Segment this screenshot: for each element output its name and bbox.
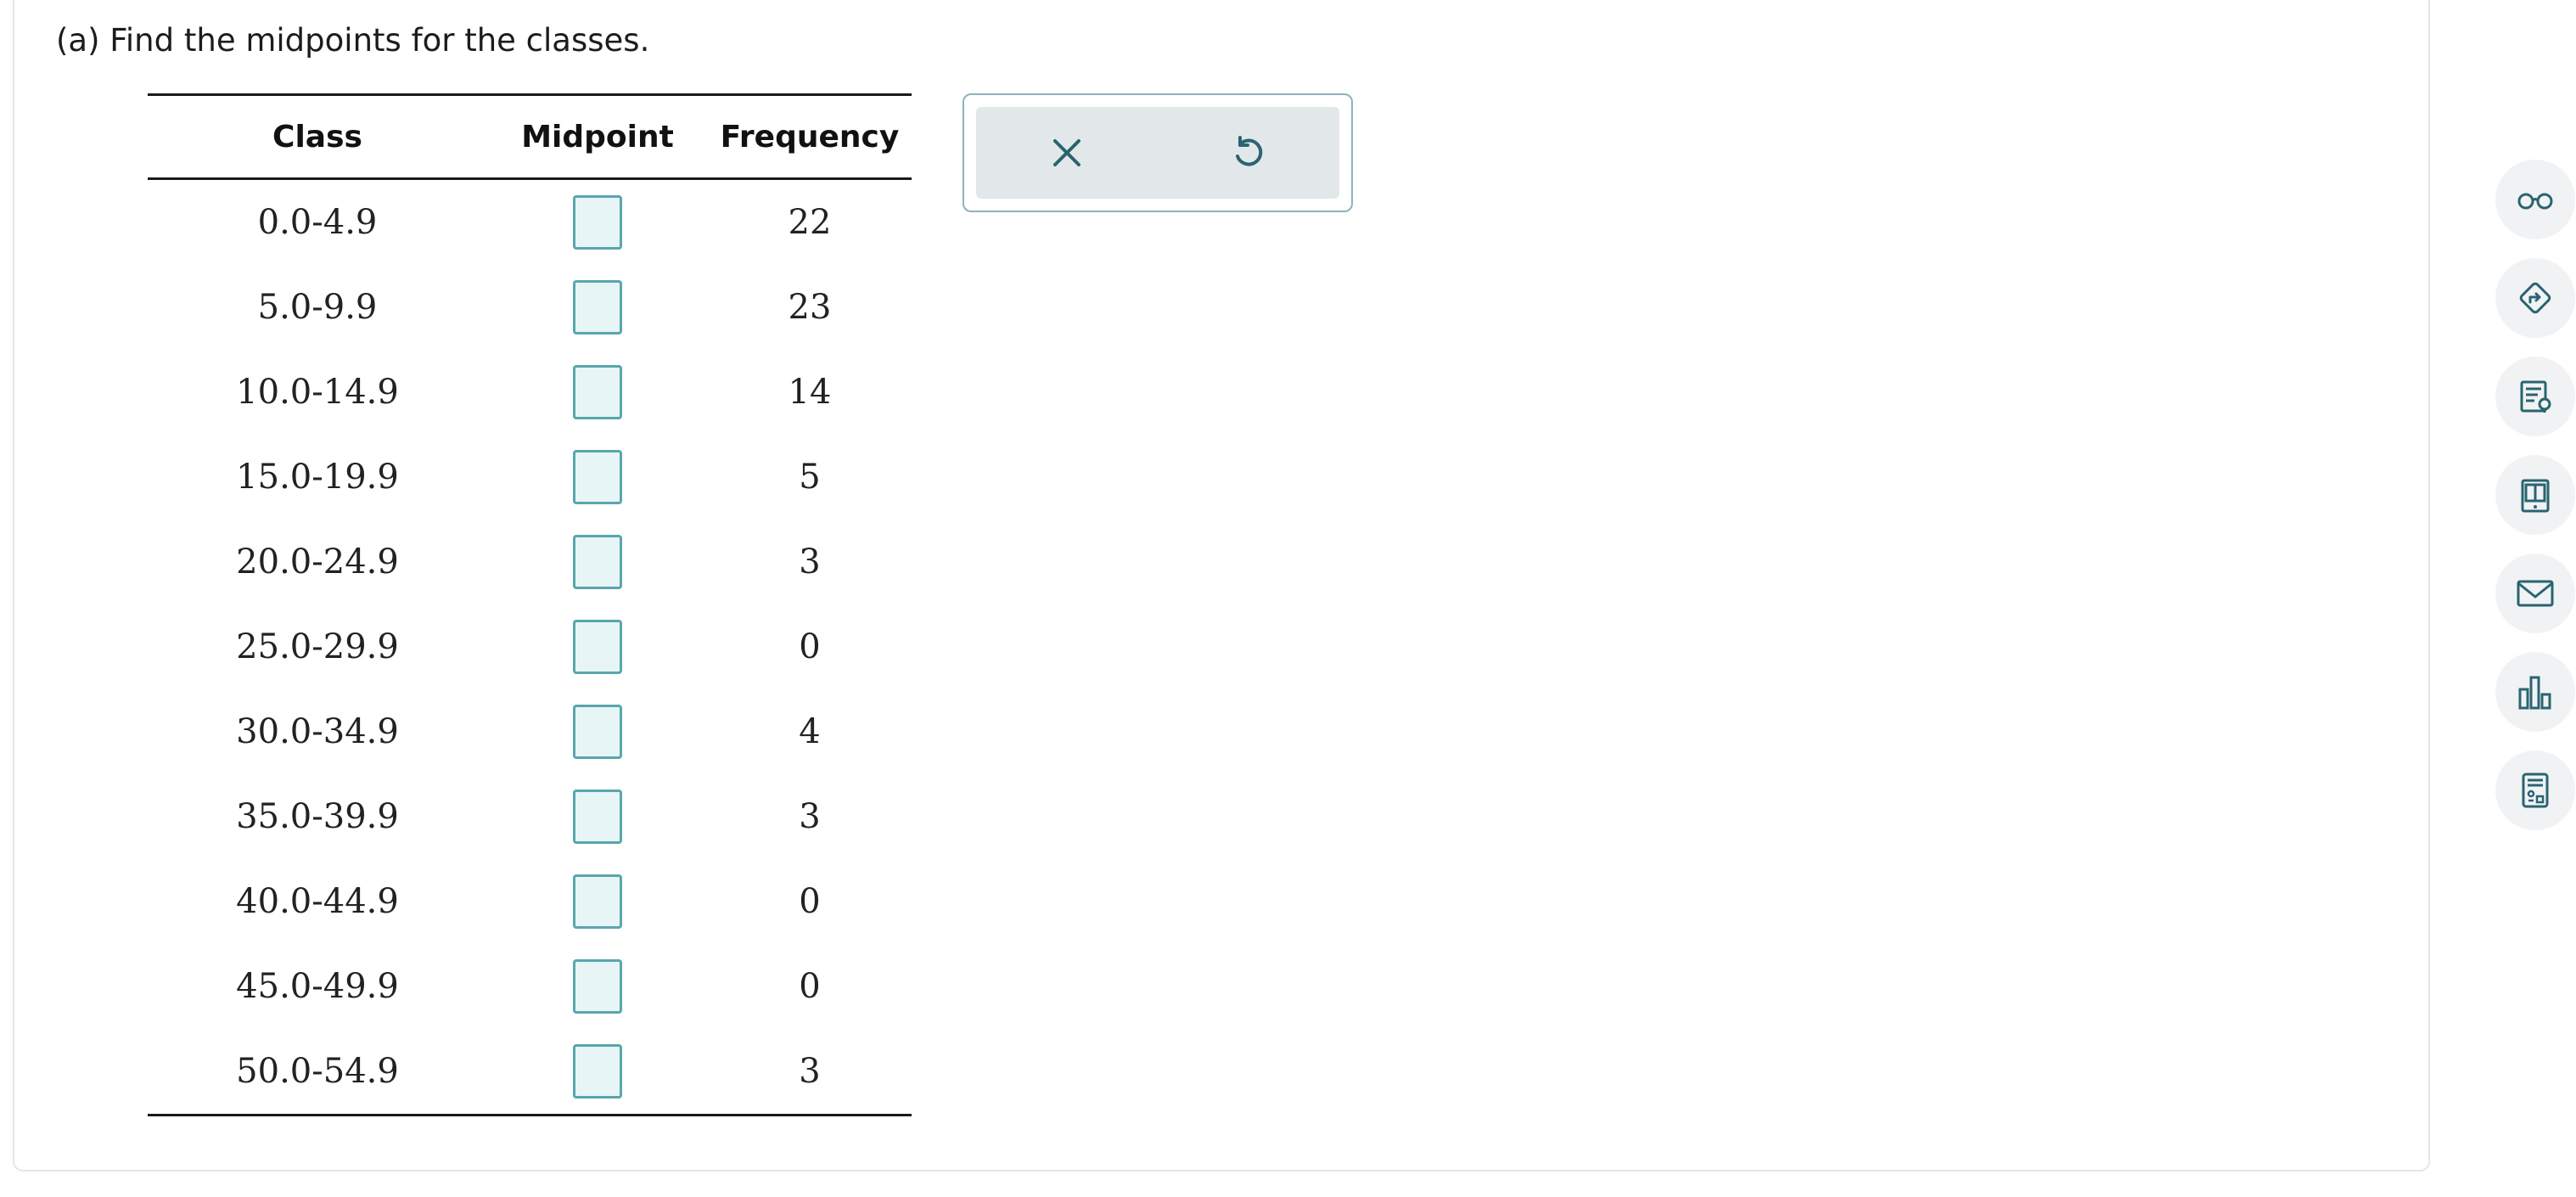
close-icon <box>1053 139 1080 166</box>
class-cell: 45.0-49.9 <box>236 967 399 1006</box>
midpoint-cell <box>487 435 708 520</box>
midpoint-input[interactable] <box>573 195 622 250</box>
midpoint-cell <box>487 859 708 944</box>
frequency-cell: 14 <box>788 373 832 412</box>
notes-button[interactable] <box>2495 357 2575 436</box>
class-cell: 5.0-9.9 <box>257 288 378 327</box>
ebook-button[interactable] <box>2495 455 2575 535</box>
table-row: 15.0-19.9 5 <box>148 435 912 520</box>
mail-button[interactable] <box>2495 554 2575 633</box>
undo-icon <box>1236 136 1263 166</box>
side-toolbar <box>2495 160 2575 849</box>
frequency-cell: 0 <box>799 882 821 921</box>
directions-button[interactable] <box>2495 258 2575 338</box>
frequency-cell: 4 <box>799 712 821 751</box>
notes-icon <box>2520 380 2551 413</box>
header-frequency: Frequency <box>720 119 900 155</box>
midpoint-cell <box>487 604 708 689</box>
question-prompt: (a) Find the midpoints for the classes. <box>56 22 650 59</box>
table-header-row: Class Midpoint Frequency <box>148 94 912 179</box>
frequency-cell: 23 <box>788 288 832 327</box>
class-cell: 25.0-29.9 <box>236 627 399 666</box>
calculator-button[interactable] <box>2495 750 2575 830</box>
midpoint-cell <box>487 1029 708 1116</box>
class-frequency-table-container: Class Midpoint Frequency 0.0-4.9 22 5.0-… <box>148 93 912 1116</box>
midpoint-cell <box>487 774 708 859</box>
midpoint-input[interactable] <box>573 450 622 504</box>
class-cell: 20.0-24.9 <box>236 542 399 582</box>
midpoint-cell <box>487 689 708 774</box>
frequency-cell: 5 <box>799 458 821 497</box>
glasses-icon <box>2517 193 2553 210</box>
class-frequency-table: Class Midpoint Frequency 0.0-4.9 22 5.0-… <box>148 93 912 1116</box>
frequency-cell: 22 <box>788 203 832 242</box>
bar-chart-button[interactable] <box>2495 652 2575 732</box>
reset-answer-button[interactable] <box>1223 127 1274 178</box>
table-row: 45.0-49.9 0 <box>148 944 912 1029</box>
midpoint-input[interactable] <box>573 365 622 419</box>
clear-answer-button[interactable] <box>1041 127 1092 178</box>
midpoint-input[interactable] <box>573 535 622 589</box>
table-row: 0.0-4.9 22 <box>148 179 912 266</box>
frequency-cell: 0 <box>799 967 821 1006</box>
mail-icon <box>2517 580 2554 607</box>
table-row: 30.0-34.9 4 <box>148 689 912 774</box>
midpoint-input[interactable] <box>573 280 622 334</box>
class-cell: 15.0-19.9 <box>236 458 399 497</box>
midpoint-input[interactable] <box>573 620 622 674</box>
table-row: 35.0-39.9 3 <box>148 774 912 859</box>
midpoint-input[interactable] <box>573 1044 622 1099</box>
header-midpoint: Midpoint <box>521 119 674 155</box>
class-cell: 50.0-54.9 <box>236 1052 399 1091</box>
midpoint-cell <box>487 944 708 1029</box>
midpoint-input[interactable] <box>573 874 622 929</box>
class-cell: 0.0-4.9 <box>257 203 378 242</box>
class-cell: 30.0-34.9 <box>236 712 399 751</box>
calculator-icon <box>2522 773 2549 808</box>
directions-icon <box>2519 282 2551 314</box>
table-row: 20.0-24.9 3 <box>148 520 912 604</box>
table-row: 50.0-54.9 3 <box>148 1029 912 1116</box>
bar-chart-icon <box>2518 676 2551 710</box>
answer-toolbox <box>962 93 1353 212</box>
table-row: 10.0-14.9 14 <box>148 350 912 435</box>
table-row: 25.0-29.9 0 <box>148 604 912 689</box>
class-cell: 10.0-14.9 <box>236 373 399 412</box>
class-cell: 35.0-39.9 <box>236 797 399 836</box>
answer-toolbox-bar <box>976 107 1339 199</box>
glasses-button[interactable] <box>2495 160 2575 239</box>
table-row: 5.0-9.9 23 <box>148 265 912 350</box>
frequency-cell: 3 <box>799 1052 821 1091</box>
midpoint-cell <box>487 520 708 604</box>
midpoint-input[interactable] <box>573 790 622 844</box>
header-class: Class <box>272 119 362 155</box>
midpoint-input[interactable] <box>573 705 622 759</box>
frequency-cell: 0 <box>799 627 821 666</box>
ebook-icon <box>2521 479 2550 513</box>
class-cell: 40.0-44.9 <box>236 882 399 921</box>
midpoint-cell <box>487 350 708 435</box>
midpoint-cell <box>487 265 708 350</box>
table-row: 40.0-44.9 0 <box>148 859 912 944</box>
frequency-cell: 3 <box>799 542 821 582</box>
frequency-cell: 3 <box>799 797 821 836</box>
midpoint-cell <box>487 179 708 266</box>
midpoint-input[interactable] <box>573 959 622 1014</box>
